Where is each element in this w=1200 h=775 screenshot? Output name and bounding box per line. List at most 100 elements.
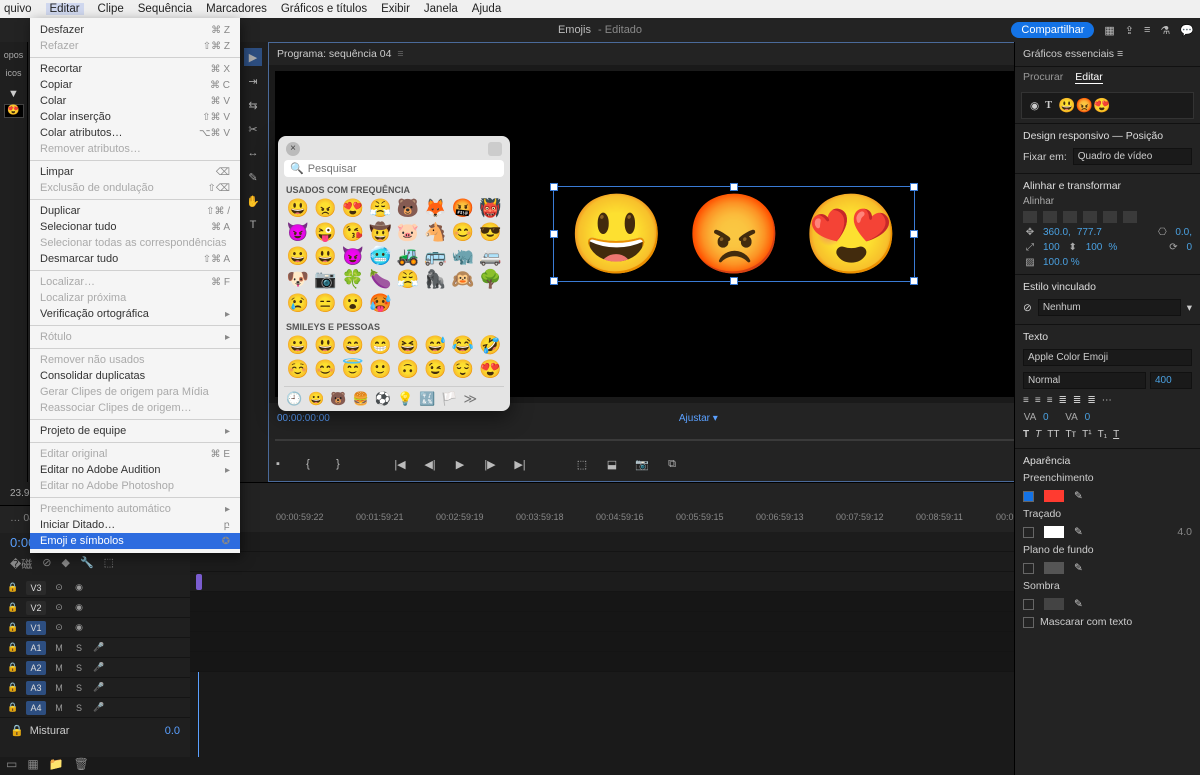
bg-toggle[interactable] <box>1023 563 1034 574</box>
menu-clip[interactable]: Clipe <box>98 3 124 15</box>
emoji-cell[interactable]: 🙉 <box>451 270 475 290</box>
eye-icon[interactable]: ◉ <box>1030 100 1039 112</box>
track-a2[interactable]: A2 <box>26 661 46 675</box>
emoji-cell[interactable]: 😃 <box>314 247 338 267</box>
settings-icon[interactable]: ⬚ <box>104 556 114 572</box>
emoji-cell[interactable]: 😅 <box>424 336 448 356</box>
tab-edit[interactable]: Editar <box>1075 71 1102 84</box>
folder-icon[interactable]: 📁 <box>49 757 64 771</box>
graphic-selection[interactable]: 😃 😡 😍 <box>553 186 914 282</box>
menu-icon[interactable]: ≡ <box>1144 24 1150 36</box>
emoji-cell[interactable]: 😎 <box>479 223 503 243</box>
new-bin-icon[interactable]: ▭ <box>6 757 17 771</box>
menu-item[interactable]: Duplicar⇧⌘ / <box>30 203 240 219</box>
emoji-cell[interactable]: 🚜 <box>396 247 420 267</box>
type-tool[interactable]: T <box>244 216 262 234</box>
lift-icon[interactable]: ⬚ <box>573 455 591 473</box>
step-back-icon[interactable]: ◀| <box>421 455 439 473</box>
link-icon[interactable]: ⊘ <box>42 556 51 572</box>
menu-view[interactable]: Exibir <box>381 3 410 15</box>
menu-item[interactable]: Verificação ortográfica▸ <box>30 306 240 322</box>
menu-item[interactable]: Emoji e símbolos✪ <box>30 533 240 549</box>
emoji-cell[interactable]: 😘 <box>341 223 365 243</box>
emoji-cell[interactable]: 👹 <box>479 199 503 219</box>
emoji-cell[interactable]: 😍 <box>479 360 503 380</box>
flask-icon[interactable]: ⚗ <box>1160 24 1170 37</box>
position-icon[interactable]: ✥ <box>1023 227 1037 238</box>
stroke-color[interactable] <box>1044 526 1064 538</box>
emoji-cell[interactable]: 😊 <box>314 360 338 380</box>
pen-tool[interactable]: ✎ <box>244 168 262 186</box>
emoji-category-tab[interactable]: ≫ <box>464 391 478 407</box>
emoji-cell[interactable]: 🐻 <box>396 199 420 219</box>
emoji-cell[interactable]: 😁 <box>369 336 393 356</box>
trash-icon[interactable]: 🗑 <box>74 757 89 771</box>
camera-icon[interactable]: 📷 <box>633 455 651 473</box>
toggle-icon[interactable]: ◉ <box>72 582 86 593</box>
timeline-clip[interactable] <box>196 574 202 590</box>
emoji-cell[interactable]: 🍀 <box>341 270 365 290</box>
track-a1[interactable]: A1 <box>26 641 46 655</box>
track-v2[interactable]: V2 <box>26 601 46 615</box>
emoji-cell[interactable]: 😌 <box>451 360 475 380</box>
emoji-cell[interactable]: 🙃 <box>396 360 420 380</box>
ripple-tool[interactable]: ⇆ <box>244 96 262 114</box>
emoji-category-tab[interactable]: 🔣 <box>419 391 435 407</box>
emoji-cell[interactable]: 😢 <box>286 294 310 314</box>
menu-edit[interactable]: Editar <box>46 3 84 15</box>
opacity-val[interactable]: 100.0 % <box>1043 257 1080 268</box>
stroke-width[interactable]: 4.0 <box>1177 526 1192 538</box>
menu-markers[interactable]: Marcadores <box>206 3 267 15</box>
style-dropdown[interactable]: Nenhum <box>1038 299 1181 316</box>
menu-file[interactable]: quivo <box>4 3 32 15</box>
mic-icon[interactable]: 🎤 <box>92 642 106 653</box>
emoji-cell[interactable]: 😠 <box>314 199 338 219</box>
menu-item[interactable]: Colar⌘ V <box>30 93 240 109</box>
emoji-cell[interactable]: 🦍 <box>424 270 448 290</box>
chat-icon[interactable]: 💬 <box>1180 24 1194 37</box>
zoom-value[interactable]: 0.0 <box>165 725 180 737</box>
emoji-category-tab[interactable]: 💡 <box>397 391 413 407</box>
emoji-cell[interactable]: 😆 <box>396 336 420 356</box>
menu-item[interactable]: Recortar⌘ X <box>30 61 240 77</box>
anchor-val[interactable]: 0.0, <box>1175 227 1192 238</box>
emoji-cell[interactable]: 😉 <box>424 360 448 380</box>
wrench-icon[interactable]: 🔧 <box>80 556 94 572</box>
text-style-buttons[interactable]: TTTTTтT¹T₁T <box>1015 425 1200 444</box>
selection-tool[interactable]: ▶ <box>244 48 262 66</box>
lock-icon[interactable]: 🔒 <box>6 582 20 593</box>
new-item-icon[interactable]: ▦ <box>27 757 38 771</box>
emoji-cell[interactable]: 🙂 <box>369 360 393 380</box>
emoji-cell[interactable]: 😈 <box>341 247 365 267</box>
expand-icon[interactable] <box>488 142 502 156</box>
emoji-cell[interactable]: 😃 <box>314 336 338 356</box>
export-icon[interactable]: ⇪ <box>1125 24 1134 37</box>
emoji-category-tab[interactable]: ⚽ <box>375 391 391 407</box>
emoji-cell[interactable]: 😀 <box>286 336 310 356</box>
emoji-cell[interactable]: 🌳 <box>479 270 503 290</box>
shadow-toggle[interactable] <box>1023 599 1034 610</box>
opacity-icon[interactable]: ▨ <box>1023 257 1037 268</box>
menu-item[interactable]: Colar inserção⇧⌘ V <box>30 109 240 125</box>
emoji-category-tab[interactable]: 🍔 <box>353 391 369 407</box>
compare-icon[interactable]: ⧉ <box>663 455 681 473</box>
pos-y[interactable]: 777.7 <box>1077 227 1102 238</box>
emoji-search-input[interactable] <box>308 163 498 175</box>
emoji-cell[interactable]: 😍 <box>341 199 365 219</box>
shadow-color[interactable] <box>1044 598 1064 610</box>
menu-item[interactable]: Desmarcar tudo⇧⌘ A <box>30 251 240 267</box>
menu-graphics[interactable]: Gráficos e títulos <box>281 3 367 15</box>
emoji-cell[interactable]: 😊 <box>451 223 475 243</box>
emoji-cell[interactable]: ☺️ <box>286 360 310 380</box>
emoji-category-tab[interactable]: 🐻 <box>330 391 346 407</box>
menu-item[interactable]: Limpar⌫ <box>30 164 240 180</box>
marker-add-icon[interactable]: ▪ <box>269 455 287 473</box>
snap-icon[interactable]: �磁 <box>10 556 32 572</box>
emoji-cell[interactable]: 😄 <box>341 336 365 356</box>
emoji-cell[interactable]: 😤 <box>396 270 420 290</box>
emoji-cell[interactable]: 🦊 <box>424 199 448 219</box>
mixer-label[interactable]: Misturar <box>30 725 70 737</box>
emoji-cell[interactable]: 🚌 <box>424 247 448 267</box>
menu-item[interactable]: Copiar⌘ C <box>30 77 240 93</box>
share-button[interactable]: Compartilhar <box>1011 22 1094 38</box>
